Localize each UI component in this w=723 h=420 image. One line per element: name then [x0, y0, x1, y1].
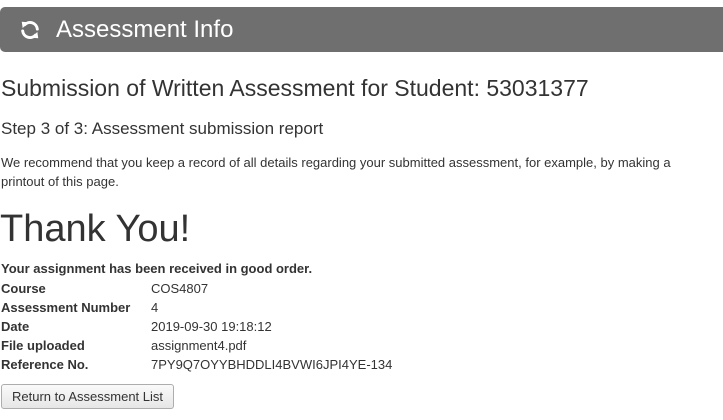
- detail-label: Course: [1, 281, 46, 296]
- detail-label: Assessment Number: [1, 300, 131, 315]
- return-to-assessment-list-button[interactable]: Return to Assessment List: [1, 384, 175, 409]
- detail-value: COS4807: [151, 281, 209, 296]
- detail-value: 4: [151, 300, 159, 315]
- refresh-icon: [19, 19, 41, 41]
- detail-row-assessment-number: Assessment Number 4: [1, 298, 392, 317]
- detail-value: 7PY9Q7OYYBHDDLI4BVWI6JPI4YE-134: [151, 357, 393, 372]
- detail-row-file-uploaded: File uploaded assignment4.pdf: [1, 336, 392, 355]
- detail-value: assignment4.pdf: [151, 338, 247, 353]
- submission-details-table: Course COS4807 Assessment Number 4 Date …: [1, 279, 392, 374]
- step-title: Step 3 of 3: Assessment submission repor…: [1, 119, 324, 138]
- intro-text: We recommend that you keep a record of a…: [1, 155, 671, 189]
- header-title: Assessment Info: [56, 15, 234, 43]
- detail-row-reference-no: Reference No. 7PY9Q7OYYBHDDLI4BVWI6JPI4Y…: [1, 355, 392, 374]
- detail-label: File uploaded: [1, 338, 85, 353]
- detail-value: 2019-09-30 19:18:12: [151, 319, 272, 334]
- thank-you-heading: Thank You!: [0, 208, 191, 250]
- detail-label: Date: [1, 319, 30, 334]
- received-message: Your assignment has been received in goo…: [1, 261, 313, 276]
- detail-row-date: Date 2019-09-30 19:18:12: [1, 317, 392, 336]
- page-title: Submission of Written Assessment for Stu…: [1, 75, 589, 101]
- detail-label: Reference No.: [1, 357, 89, 372]
- detail-row-course: Course COS4807: [1, 279, 392, 298]
- assessment-info-header: Assessment Info: [0, 7, 723, 52]
